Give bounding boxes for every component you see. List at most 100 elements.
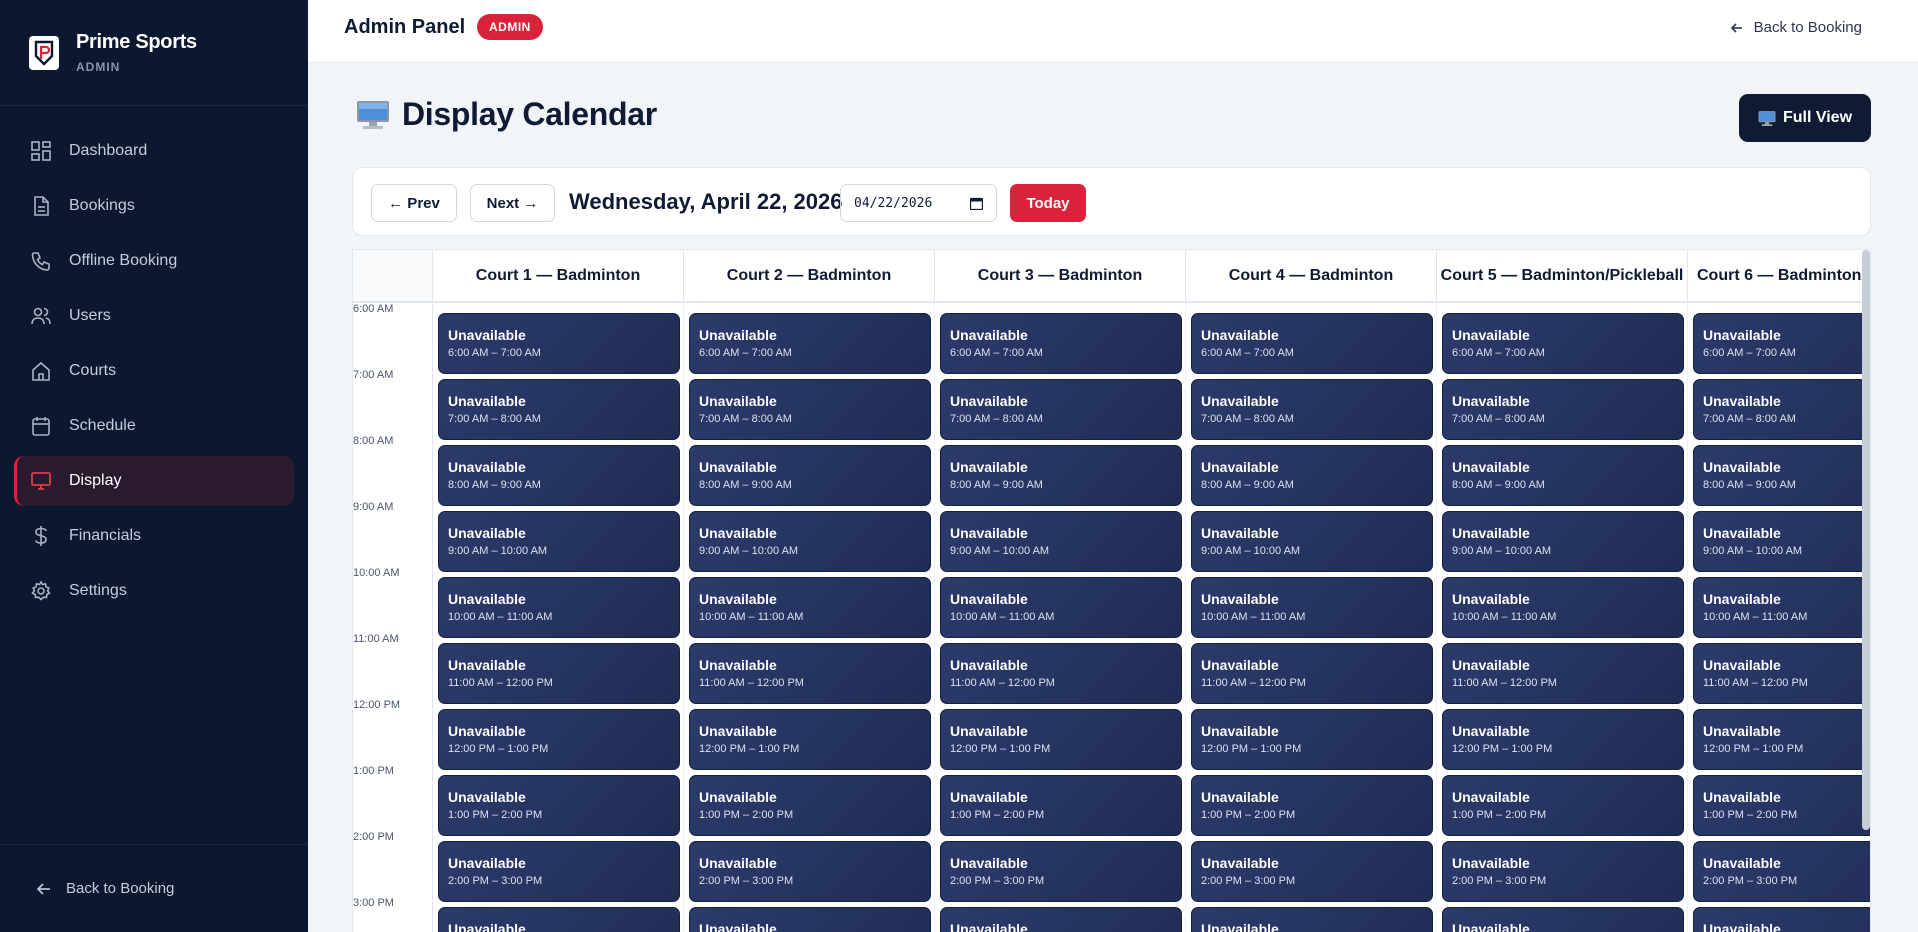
slot-status: Unavailable	[950, 393, 1028, 409]
time-slot-block[interactable]: Unavailable 6:00 AM – 7:00 AM	[438, 313, 680, 374]
time-slot-block[interactable]: Unavailable3:00 PM – 4:00 PM	[1191, 907, 1433, 932]
time-slot-block[interactable]: Unavailable 11:00 AM – 12:00 PM	[438, 643, 680, 704]
sidebar-back-to-booking[interactable]: Back to Booking	[0, 844, 308, 932]
time-slot-block[interactable]: Unavailable 9:00 AM – 10:00 AM	[1191, 511, 1433, 572]
time-slot-block[interactable]: Unavailable 8:00 AM – 9:00 AM	[1442, 445, 1684, 506]
sidebar-item-display[interactable]: Display	[14, 456, 294, 506]
time-slot-block[interactable]: Unavailable 1:00 PM – 2:00 PM	[940, 775, 1182, 836]
time-slot-block[interactable]: Unavailable 9:00 AM – 10:00 AM	[1693, 511, 1870, 572]
time-slot-block[interactable]: Unavailable3:00 PM – 4:00 PM	[1442, 907, 1684, 932]
sidebar: Prime Sports ADMIN Dashboard Bookings Of…	[0, 0, 308, 932]
calendar-icon	[32, 417, 50, 436]
slot-status: Unavailable	[448, 525, 526, 541]
time-slot-block[interactable]: Unavailable 10:00 AM – 11:00 AM	[1191, 577, 1433, 638]
slot-status: Unavailable	[950, 459, 1028, 475]
time-slot-block[interactable]: Unavailable 1:00 PM – 2:00 PM	[1693, 775, 1870, 836]
time-slot-block[interactable]: Unavailable 12:00 PM – 1:00 PM	[940, 709, 1182, 770]
time-label: 8:00 AM	[353, 435, 394, 447]
slot-time-range: 9:00 AM – 10:00 AM	[1703, 545, 1803, 557]
slot-time-range: 9:00 AM – 10:00 AM	[1201, 545, 1301, 557]
time-slot-block[interactable]: Unavailable 10:00 AM – 11:00 AM	[438, 577, 680, 638]
time-slot-block[interactable]: Unavailable 7:00 AM – 8:00 AM	[1442, 379, 1684, 440]
time-slot-block[interactable]: Unavailable 2:00 PM – 3:00 PM	[1442, 841, 1684, 902]
slot-status: Unavailable	[1452, 723, 1530, 739]
sidebar-item-schedule[interactable]: Schedule	[14, 401, 294, 451]
back-to-booking-link[interactable]: Back to Booking	[1730, 19, 1862, 36]
calendar-icon[interactable]	[970, 197, 983, 210]
time-slot-block[interactable]: Unavailable 7:00 AM – 8:00 AM	[1191, 379, 1433, 440]
full-view-button[interactable]: Full View	[1739, 94, 1871, 142]
time-slot-block[interactable]: Unavailable3:00 PM – 4:00 PM	[1693, 907, 1870, 932]
time-slot-block[interactable]: Unavailable 6:00 AM – 7:00 AM	[1693, 313, 1870, 374]
time-slot-block[interactable]: Unavailable 11:00 AM – 12:00 PM	[1191, 643, 1433, 704]
time-slot-block[interactable]: Unavailable 1:00 PM – 2:00 PM	[1191, 775, 1433, 836]
phone-icon	[31, 252, 50, 271]
time-slot-block[interactable]: Unavailable 12:00 PM – 1:00 PM	[1693, 709, 1870, 770]
time-slot-block[interactable]: Unavailable 2:00 PM – 3:00 PM	[940, 841, 1182, 902]
sidebar-item-users[interactable]: Users	[14, 291, 294, 341]
slot-time-range: 12:00 PM – 1:00 PM	[1452, 743, 1553, 755]
admin-panel-title: Admin Panel	[344, 16, 466, 38]
time-slot-block[interactable]: Unavailable 10:00 AM – 11:00 AM	[1442, 577, 1684, 638]
today-button[interactable]: Today	[1010, 184, 1086, 222]
sidebar-item-label: Dashboard	[69, 142, 148, 159]
sidebar-item-financials[interactable]: Financials	[14, 511, 294, 561]
time-slot-block[interactable]: Unavailable3:00 PM – 4:00 PM	[438, 907, 680, 932]
sidebar-item-label: Courts	[69, 362, 117, 379]
time-slot-block[interactable]: Unavailable3:00 PM – 4:00 PM	[689, 907, 931, 932]
slot-status: Unavailable	[699, 723, 777, 739]
time-slot-block[interactable]: Unavailable 9:00 AM – 10:00 AM	[689, 511, 931, 572]
sidebar-item-offline-booking[interactable]: Offline Booking	[14, 236, 294, 286]
time-slot-block[interactable]: Unavailable 8:00 AM – 9:00 AM	[438, 445, 680, 506]
calendar-scrollbar[interactable]	[1862, 250, 1870, 830]
time-slot-block[interactable]: Unavailable 10:00 AM – 11:00 AM	[689, 577, 931, 638]
date-picker-input[interactable]: 04/22/2026	[840, 184, 997, 222]
time-slot-block[interactable]: Unavailable 8:00 AM – 9:00 AM	[1693, 445, 1870, 506]
slot-time-range: 10:00 AM – 11:00 AM	[1201, 611, 1306, 623]
prev-day-button[interactable]: ← Prev	[371, 184, 457, 222]
time-slot-block[interactable]: Unavailable 7:00 AM – 8:00 AM	[438, 379, 680, 440]
time-slot-block[interactable]: Unavailable 2:00 PM – 3:00 PM	[1693, 841, 1870, 902]
time-slot-block[interactable]: Unavailable 12:00 PM – 1:00 PM	[689, 709, 931, 770]
time-slot-block[interactable]: Unavailable 1:00 PM – 2:00 PM	[689, 775, 931, 836]
time-slot-block[interactable]: Unavailable 12:00 PM – 1:00 PM	[438, 709, 680, 770]
slot-time-range: 10:00 AM – 11:00 AM	[950, 611, 1055, 623]
sidebar-item-settings[interactable]: Settings	[14, 566, 294, 616]
time-slot-block[interactable]: Unavailable 1:00 PM – 2:00 PM	[1442, 775, 1684, 836]
time-slot-block[interactable]: Unavailable 8:00 AM – 9:00 AM	[689, 445, 931, 506]
time-slot-block[interactable]: Unavailable 11:00 AM – 12:00 PM	[1693, 643, 1870, 704]
time-slot-block[interactable]: Unavailable 11:00 AM – 12:00 PM	[689, 643, 931, 704]
time-slot-block[interactable]: Unavailable 11:00 AM – 12:00 PM	[940, 643, 1182, 704]
time-slot-block[interactable]: Unavailable 8:00 AM – 9:00 AM	[940, 445, 1182, 506]
time-slot-block[interactable]: Unavailable 8:00 AM – 9:00 AM	[1191, 445, 1433, 506]
slot-status: Unavailable	[699, 591, 777, 607]
time-slot-block[interactable]: Unavailable 12:00 PM – 1:00 PM	[1442, 709, 1684, 770]
time-slot-block[interactable]: Unavailable 1:00 PM – 2:00 PM	[438, 775, 680, 836]
time-slot-block[interactable]: Unavailable 7:00 AM – 8:00 AM	[1693, 379, 1870, 440]
time-slot-block[interactable]: Unavailable 7:00 AM – 8:00 AM	[689, 379, 931, 440]
time-slot-block[interactable]: Unavailable 10:00 AM – 11:00 AM	[1693, 577, 1870, 638]
next-day-button[interactable]: Next →	[470, 184, 555, 222]
time-slot-block[interactable]: Unavailable 6:00 AM – 7:00 AM	[1442, 313, 1684, 374]
time-slot-block[interactable]: Unavailable 11:00 AM – 12:00 PM	[1442, 643, 1684, 704]
sidebar-item-dashboard[interactable]: Dashboard	[14, 126, 294, 176]
time-slot-block[interactable]: Unavailable 12:00 PM – 1:00 PM	[1191, 709, 1433, 770]
sidebar-item-courts[interactable]: Courts	[14, 346, 294, 396]
time-slot-block[interactable]: Unavailable3:00 PM – 4:00 PM	[940, 907, 1182, 932]
time-slot-block[interactable]: Unavailable 6:00 AM – 7:00 AM	[689, 313, 931, 374]
time-slot-block[interactable]: Unavailable 9:00 AM – 10:00 AM	[438, 511, 680, 572]
brand[interactable]: Prime Sports ADMIN	[0, 0, 308, 106]
time-slot-block[interactable]: Unavailable 2:00 PM – 3:00 PM	[689, 841, 931, 902]
time-slot-block[interactable]: Unavailable 6:00 AM – 7:00 AM	[1191, 313, 1433, 374]
time-slot-block[interactable]: Unavailable 2:00 PM – 3:00 PM	[1191, 841, 1433, 902]
time-column-header	[353, 250, 433, 301]
time-slot-block[interactable]: Unavailable 2:00 PM – 3:00 PM	[438, 841, 680, 902]
time-slot-block[interactable]: Unavailable 10:00 AM – 11:00 AM	[940, 577, 1182, 638]
time-slot-block[interactable]: Unavailable 7:00 AM – 8:00 AM	[940, 379, 1182, 440]
time-slot-block[interactable]: Unavailable 9:00 AM – 10:00 AM	[940, 511, 1182, 572]
slot-time-range: 11:00 AM – 12:00 PM	[950, 677, 1055, 689]
sidebar-item-label: Offline Booking	[69, 252, 178, 269]
time-slot-block[interactable]: Unavailable 6:00 AM – 7:00 AM	[940, 313, 1182, 374]
sidebar-item-bookings[interactable]: Bookings	[14, 181, 294, 231]
time-slot-block[interactable]: Unavailable 9:00 AM – 10:00 AM	[1442, 511, 1684, 572]
